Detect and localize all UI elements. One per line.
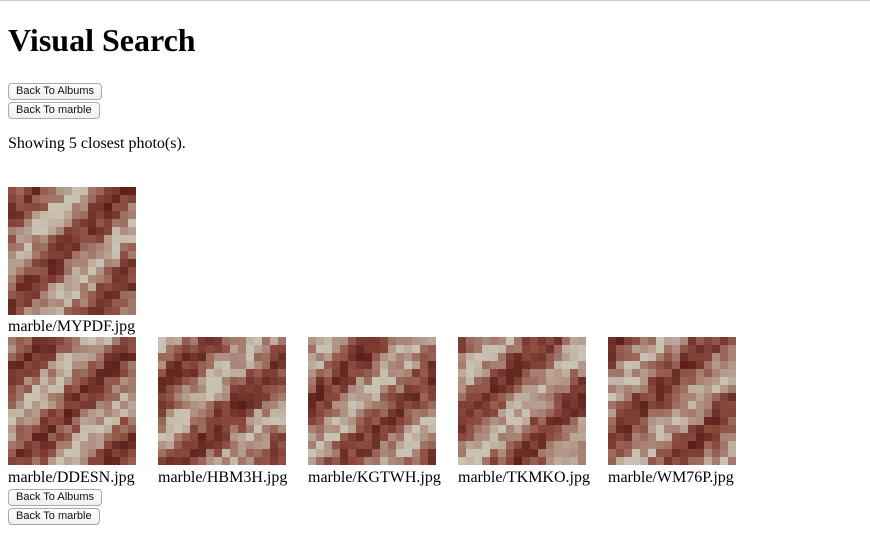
result-photo-thumbnail[interactable] (8, 337, 136, 465)
result-photo-caption: marble/TKMKO.jpg (458, 469, 590, 486)
query-photo-thumbnail[interactable] (8, 187, 136, 315)
query-photo-caption: marble/MYPDF.jpg (8, 318, 136, 335)
top-divider (0, 0, 870, 1)
result-photo-thumbnail[interactable] (158, 337, 286, 465)
result-photo-caption: marble/KGTWH.jpg (308, 469, 441, 486)
page-title: Visual Search (8, 22, 196, 58)
back-to-album-button-bottom[interactable]: Back To marble (8, 508, 100, 525)
result-count-text: Showing 5 closest photo(s). (8, 135, 186, 152)
back-to-albums-button-bottom[interactable]: Back To Albums (8, 489, 103, 506)
result-photo-thumbnail[interactable] (458, 337, 586, 465)
result-photo-caption: marble/WM76P.jpg (608, 469, 734, 486)
back-to-album-button[interactable]: Back To marble (8, 102, 100, 119)
result-photo-thumbnail[interactable] (308, 337, 436, 465)
back-to-albums-button[interactable]: Back To Albums (8, 83, 103, 100)
result-photo-caption: marble/HBM3H.jpg (158, 469, 288, 486)
result-photo-caption: marble/DDESN.jpg (8, 469, 135, 486)
result-photo-thumbnail[interactable] (608, 337, 736, 465)
